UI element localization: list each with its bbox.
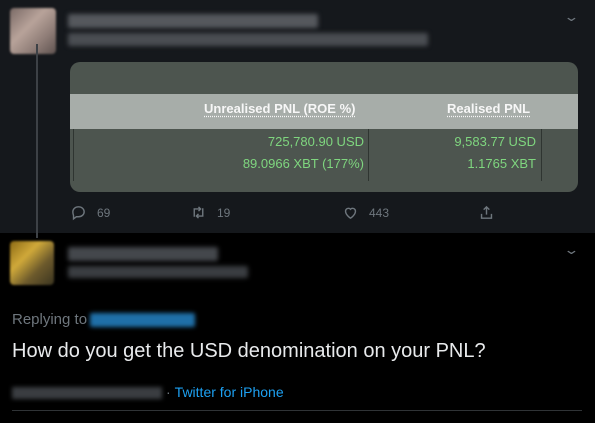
unrealised-pnl-header: Unrealised PNL (ROE %) (204, 101, 356, 116)
retweet-action[interactable]: 19 (190, 204, 230, 221)
column-divider (368, 129, 369, 181)
chevron-down-icon[interactable]: ⌄ (563, 242, 579, 258)
replying-to-handle[interactable] (90, 313, 195, 327)
realised-xbt-value: 1.1765 XBT (467, 156, 536, 171)
replying-to-label: Replying to (12, 311, 88, 328)
like-action[interactable]: 443 (342, 204, 389, 221)
share-action[interactable] (478, 204, 495, 221)
source-link[interactable]: · Twitter for iPhone (166, 384, 284, 400)
like-count: 443 (369, 205, 390, 220)
author-handle-redacted (68, 266, 248, 278)
tweet-text-redacted (68, 33, 428, 46)
divider (12, 410, 582, 411)
column-divider (541, 129, 542, 181)
pnl-screenshot[interactable] (70, 62, 578, 192)
realised-usd-value: 9,583.77 USD (454, 134, 536, 149)
retweet-count: 19 (217, 205, 231, 220)
timestamp-redacted (12, 387, 162, 399)
author-name-redacted (68, 247, 218, 261)
reply-count: 69 (97, 205, 111, 220)
heart-icon (344, 207, 357, 220)
unrealised-xbt-value: 89.0966 XBT (177%) (242, 156, 364, 171)
thread-connector (36, 44, 38, 238)
column-divider (73, 129, 74, 181)
author-name-redacted (68, 14, 318, 28)
share-icon (480, 205, 493, 219)
retweet-icon (193, 206, 204, 219)
chevron-down-icon[interactable]: ⌄ (563, 9, 579, 25)
unrealised-usd-value: 725,780.90 USD (267, 134, 364, 149)
reply-icon (72, 206, 85, 221)
original-tweet[interactable]: ⌄ Unrealised PNL (ROE %) Realised PNL 72… (0, 0, 595, 233)
reply-action[interactable]: 69 (70, 204, 110, 221)
reply-text: How do you get the USD denomination on y… (12, 340, 486, 362)
avatar[interactable] (10, 8, 56, 54)
source-label: Twitter for iPhone (174, 384, 284, 400)
avatar[interactable] (10, 241, 54, 285)
realised-pnl-header: Realised PNL (447, 101, 531, 116)
